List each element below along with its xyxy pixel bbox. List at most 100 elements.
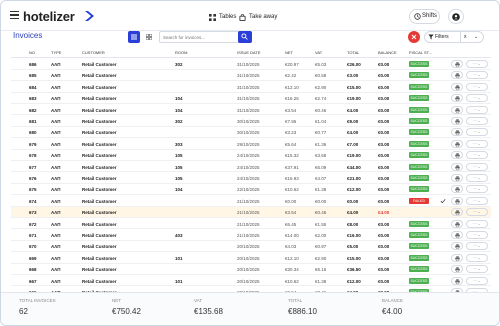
col-fiscal-status[interactable]: FISCAL ST... xyxy=(409,50,432,55)
table-row[interactable]: 674 ΑΛΠ Retail Customer 21/10/2025 €0.00 €0.0… xyxy=(11,196,491,207)
col-customer[interactable]: CUSTOMER xyxy=(82,50,105,55)
print-button[interactable] xyxy=(451,94,463,103)
fiscal-status-badge: FAILED xyxy=(409,197,429,204)
more-actions-button[interactable]: ⋯ ⌄ xyxy=(466,219,488,228)
grid-view-button[interactable] xyxy=(143,31,155,43)
more-actions-button[interactable]: ⋯ ⌄ xyxy=(466,208,488,217)
cell-vat: €3.68 xyxy=(315,153,327,159)
chevron-down-icon[interactable]: ⌄ xyxy=(474,32,478,42)
table-row[interactable]: 679 ΑΛΠ Retail Customer 303 29/10/2025 €5.64 €… xyxy=(11,139,491,150)
table-row[interactable]: 678 ΑΛΠ Retail Customer 105 24/10/2025 €15.32… xyxy=(11,150,491,162)
shifts-button[interactable]: Shifts xyxy=(409,9,440,24)
more-actions-button[interactable]: ⋯ ⌄ xyxy=(466,276,488,285)
print-button[interactable] xyxy=(451,60,463,68)
print-button[interactable] xyxy=(451,139,463,148)
table-row[interactable]: 685 ΑΛΠ Retail Customer 31/10/2025 €2.42 €0.5… xyxy=(11,70,491,82)
col-type[interactable]: TYPE xyxy=(51,50,61,55)
print-button[interactable] xyxy=(451,105,463,114)
printer-icon xyxy=(455,164,460,170)
more-actions-button[interactable]: ⋯ ⌄ xyxy=(466,82,488,91)
more-actions-button[interactable]: ⋯ ⌄ xyxy=(466,185,488,194)
filters-clear-x[interactable]: x xyxy=(464,32,467,42)
print-button[interactable] xyxy=(451,253,463,262)
col-no[interactable]: NO xyxy=(29,50,35,55)
more-actions-button[interactable]: ⋯ ⌄ xyxy=(466,242,488,251)
more-actions-button[interactable]: ⋯ ⌄ xyxy=(466,196,488,205)
printer-icon xyxy=(455,119,460,124)
col-balance[interactable]: BALANCE xyxy=(378,50,397,55)
user-button[interactable] xyxy=(448,9,464,24)
cell-date: 31/10/2025 xyxy=(237,84,260,90)
table-row[interactable]: 677 ΑΛΠ Retail Customer 105 24/10/2025 €37.91… xyxy=(11,162,491,173)
table-row[interactable]: 668 ΑΛΠ Retail Customer 20/10/2025 €30.34 €6.… xyxy=(11,264,491,276)
print-button[interactable] xyxy=(451,219,463,228)
takeaway-nav[interactable]: Take away xyxy=(239,10,277,24)
more-actions-button[interactable]: ⋯ ⌄ xyxy=(466,174,488,182)
cell-date: 20/10/2025 xyxy=(237,267,260,273)
print-button[interactable] xyxy=(451,242,463,251)
cell-room: 302 xyxy=(175,62,183,67)
more-actions-button[interactable]: ⋯ ⌄ xyxy=(466,253,488,262)
more-actions-button[interactable]: ⋯ ⌄ xyxy=(466,71,488,80)
print-button[interactable] xyxy=(451,82,463,91)
col-net[interactable]: NET xyxy=(285,50,293,55)
totals-footer: TOTAL INVOICES 62 NET €750.42 VAT €135.6… xyxy=(1,292,499,325)
print-button[interactable] xyxy=(451,71,463,80)
more-actions-button[interactable]: ⋯ ⌄ xyxy=(466,265,488,274)
more-actions-button[interactable]: ⋯ ⌄ xyxy=(466,139,488,148)
table-row[interactable]: 680 ΑΛΠ Retail Customer 30/10/2025 €3.23 €0.7… xyxy=(11,127,491,139)
menu-icon[interactable] xyxy=(10,11,19,20)
more-actions-button[interactable]: ⋯ ⌄ xyxy=(466,105,488,114)
print-button[interactable] xyxy=(451,162,463,171)
check-icon[interactable] xyxy=(440,198,446,204)
print-button[interactable] xyxy=(451,185,463,194)
print-button[interactable] xyxy=(451,196,463,205)
more-actions-button[interactable]: ⋯ ⌄ xyxy=(466,117,488,125)
more-actions-button[interactable]: ⋯ ⌄ xyxy=(466,94,488,103)
search-button[interactable] xyxy=(238,31,252,43)
table-row[interactable]: 686 ΑΛΠ Retail Customer 302 31/10/2025 €20.97… xyxy=(11,59,491,70)
row-actions: ⋯ ⌄ xyxy=(451,231,489,239)
col-issue-date[interactable]: ISSUE DATE xyxy=(237,50,261,55)
table-row[interactable]: 670 ΑΛΠ Retail Customer 20/10/2025 €4.03 €0.9… xyxy=(11,241,491,253)
print-button[interactable] xyxy=(451,174,463,182)
table-row[interactable]: 676 ΑΛΠ Retail Customer 105 24/10/2025 €16.93… xyxy=(11,173,491,184)
more-actions-button[interactable]: ⋯ ⌄ xyxy=(466,151,488,160)
table-row[interactable]: 667 ΑΛΠ Retail Customer 101 20/10/2025 €10.62… xyxy=(11,276,491,287)
print-button[interactable] xyxy=(451,265,463,274)
table-row[interactable]: 681 ΑΛΠ Retail Customer 302 30/10/2025 €7.96 €… xyxy=(11,116,491,127)
clear-filters-button[interactable] xyxy=(408,31,420,43)
more-actions-button[interactable]: ⋯ ⌄ xyxy=(466,60,488,68)
print-button[interactable] xyxy=(451,151,463,160)
filters-button[interactable]: Filters x ⌄ xyxy=(424,31,484,43)
col-total[interactable]: TOTAL xyxy=(347,50,360,55)
list-icon xyxy=(131,34,137,40)
more-actions-button[interactable]: ⋯ ⌄ xyxy=(466,162,488,171)
table-row[interactable]: 669 ΑΛΠ Retail Customer 101 20/10/2025 €12.10… xyxy=(11,253,491,264)
table-row[interactable]: 673 ΑΛΠ Retail Customer 21/10/2025 €3.54 €0.4… xyxy=(11,207,491,219)
cell-total: €15.00 xyxy=(347,255,361,261)
print-button[interactable] xyxy=(451,276,463,285)
table-row[interactable]: 672 ΑΛΠ Retail Customer 21/10/2025 €6.45 €1.5… xyxy=(11,219,491,230)
search-input[interactable] xyxy=(159,31,249,43)
print-button[interactable] xyxy=(451,208,463,217)
table-row[interactable]: 675 ΑΛΠ Retail Customer 104 22/10/2025 €10.62… xyxy=(11,184,491,196)
table-row[interactable]: 682 ΑΛΠ Retail Customer 104 31/10/2025 €3.54 €… xyxy=(11,105,491,116)
cell-customer: Retail Customer xyxy=(82,233,117,238)
table-row[interactable]: 671 ΑΛΠ Retail Customer 403 21/10/2025 €14.00… xyxy=(11,230,491,241)
fiscal-status-badge: SUCCESS xyxy=(409,95,429,102)
list-view-button[interactable] xyxy=(128,31,140,43)
table-row[interactable]: 683 ΑΛΠ Retail Customer 104 31/10/2025 €16.26… xyxy=(11,93,491,105)
print-button[interactable] xyxy=(451,231,463,239)
cell-no: 669 xyxy=(29,255,37,261)
table-row[interactable]: 684 ΑΛΠ Retail Customer 31/10/2025 €12.10 €2.… xyxy=(11,82,491,93)
tables-nav[interactable]: Tables xyxy=(209,10,236,24)
cell-date: 22/10/2025 xyxy=(237,187,260,193)
more-actions-button[interactable]: ⋯ ⌄ xyxy=(466,231,488,239)
more-actions-button[interactable]: ⋯ ⌄ xyxy=(466,128,488,137)
col-vat[interactable]: VAT xyxy=(315,50,322,55)
print-button[interactable] xyxy=(451,128,463,137)
cell-date: 21/10/2025 xyxy=(237,210,260,216)
print-button[interactable] xyxy=(451,117,463,125)
col-room[interactable]: ROOM xyxy=(175,50,187,55)
